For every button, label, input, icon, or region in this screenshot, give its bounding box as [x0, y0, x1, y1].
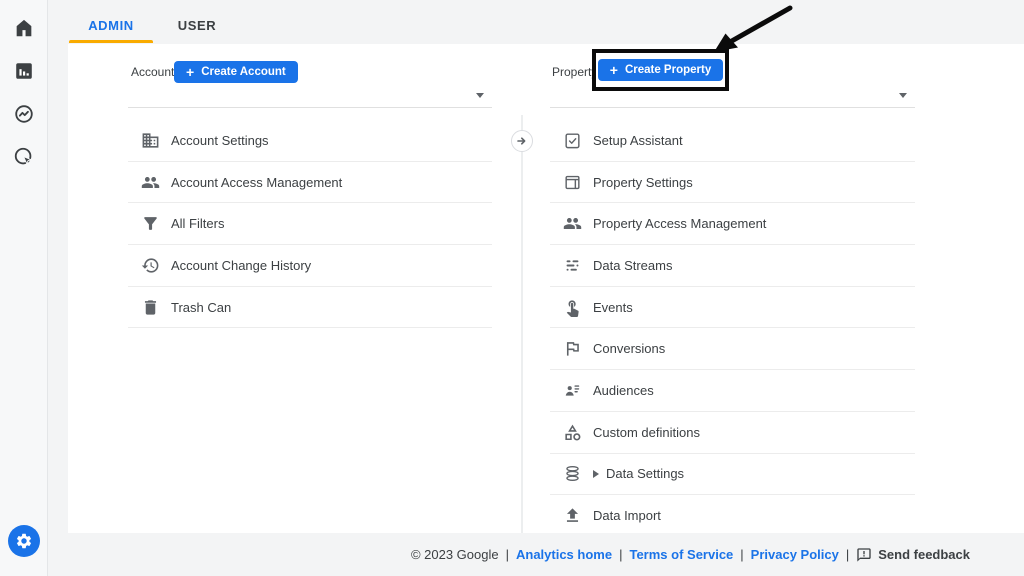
menu-item-trash-can[interactable]: Trash Can — [128, 287, 492, 329]
menu-item-custom-definitions[interactable]: Custom definitions — [550, 412, 915, 454]
sidebar-item-reports[interactable] — [12, 59, 36, 83]
menu-item-label: Custom definitions — [593, 425, 700, 440]
analytics-admin-page: ADMIN USER Account + Create Account Acco… — [0, 0, 1024, 576]
copyright-text: © 2023 Google — [411, 547, 499, 562]
expand-caret-icon — [593, 470, 599, 478]
create-property-button[interactable]: + Create Property — [598, 59, 723, 81]
reports-icon — [13, 60, 35, 82]
footer-link-analytics-home[interactable]: Analytics home — [516, 547, 612, 562]
menu-item-label: Account Change History — [171, 258, 311, 273]
menu-item-label: Data Import — [593, 508, 661, 523]
send-feedback-label: Send feedback — [878, 547, 970, 562]
trash-icon — [140, 297, 160, 317]
tab-admin[interactable]: ADMIN — [68, 8, 154, 42]
sidebar-item-advertising[interactable] — [12, 145, 36, 169]
menu-item-events[interactable]: Events — [550, 287, 915, 329]
menu-item-label: Property Access Management — [593, 216, 766, 231]
create-property-label: Create Property — [625, 64, 711, 76]
menu-item-account-access[interactable]: Account Access Management — [128, 162, 492, 204]
menu-item-label: Audiences — [593, 383, 654, 398]
footer-link-terms[interactable]: Terms of Service — [629, 547, 733, 562]
menu-item-label: Events — [593, 300, 633, 315]
people-icon — [562, 214, 582, 234]
footer-separator: | — [506, 547, 509, 562]
dropdown-caret-icon — [476, 93, 484, 98]
column-divider — [521, 115, 523, 533]
menu-item-label: Conversions — [593, 341, 665, 356]
history-icon — [140, 255, 160, 275]
data-streams-icon — [562, 255, 582, 275]
menu-item-label: All Filters — [171, 216, 224, 231]
property-settings-icon — [562, 172, 582, 192]
menu-item-label: Account Settings — [171, 133, 269, 148]
touch-events-icon — [562, 297, 582, 317]
menu-item-property-settings[interactable]: Property Settings — [550, 162, 915, 204]
database-icon — [562, 464, 582, 484]
property-menu: Setup Assistant Property Settings Proper… — [550, 120, 915, 533]
menu-item-label: Data Streams — [593, 258, 672, 273]
menu-item-property-access[interactable]: Property Access Management — [550, 203, 915, 245]
upload-icon — [562, 506, 582, 526]
menu-item-label: Data Settings — [606, 466, 684, 481]
account-selector[interactable] — [128, 84, 492, 108]
footer: © 2023 Google | Analytics home | Terms o… — [0, 533, 1024, 576]
building-icon — [140, 130, 160, 150]
account-column-label: Account — [131, 65, 174, 79]
setup-assistant-icon — [562, 130, 582, 150]
explore-icon — [13, 103, 35, 125]
menu-item-label: Setup Assistant — [593, 133, 683, 148]
tab-user[interactable]: USER — [154, 8, 240, 42]
menu-item-conversions[interactable]: Conversions — [550, 328, 915, 370]
footer-link-privacy[interactable]: Privacy Policy — [751, 547, 839, 562]
menu-item-change-history[interactable]: Account Change History — [128, 245, 492, 287]
filter-icon — [140, 214, 160, 234]
menu-item-label: Account Access Management — [171, 175, 342, 190]
menu-item-all-filters[interactable]: All Filters — [128, 203, 492, 245]
plus-icon: + — [186, 65, 194, 79]
menu-item-audiences[interactable]: Audiences — [550, 370, 915, 412]
menu-item-label: Property Settings — [593, 175, 693, 190]
create-account-label: Create Account — [201, 66, 286, 78]
custom-definitions-icon — [562, 422, 582, 442]
menu-item-label: Trash Can — [171, 300, 231, 315]
admin-card: Account + Create Account Account Setting… — [68, 44, 1024, 533]
menu-item-data-streams[interactable]: Data Streams — [550, 245, 915, 287]
footer-separator: | — [619, 547, 622, 562]
left-nav-rail — [0, 0, 48, 576]
feedback-bubble-icon — [856, 547, 872, 563]
sidebar-item-home[interactable] — [12, 16, 36, 40]
collapse-column-toggle[interactable] — [511, 130, 533, 152]
sidebar-item-explore[interactable] — [12, 102, 36, 126]
arrow-right-icon — [516, 135, 528, 147]
property-selector[interactable] — [550, 84, 915, 108]
account-menu: Account Settings Account Access Manageme… — [128, 120, 492, 328]
create-account-button[interactable]: + Create Account — [174, 61, 298, 83]
active-tab-underline — [69, 40, 153, 43]
advertising-icon — [13, 146, 35, 168]
plus-icon: + — [610, 63, 618, 77]
send-feedback-button[interactable]: Send feedback — [856, 547, 970, 563]
menu-item-setup-assistant[interactable]: Setup Assistant — [550, 120, 915, 162]
footer-separator: | — [846, 547, 849, 562]
home-icon — [13, 17, 35, 39]
menu-item-account-settings[interactable]: Account Settings — [128, 120, 492, 162]
flag-icon — [562, 339, 582, 359]
property-column-label: Property — [552, 65, 597, 79]
menu-item-data-import[interactable]: Data Import — [550, 495, 915, 533]
audiences-icon — [562, 380, 582, 400]
people-icon — [140, 172, 160, 192]
dropdown-caret-icon — [899, 93, 907, 98]
footer-separator: | — [740, 547, 743, 562]
menu-item-data-settings[interactable]: Data Settings — [550, 454, 915, 496]
